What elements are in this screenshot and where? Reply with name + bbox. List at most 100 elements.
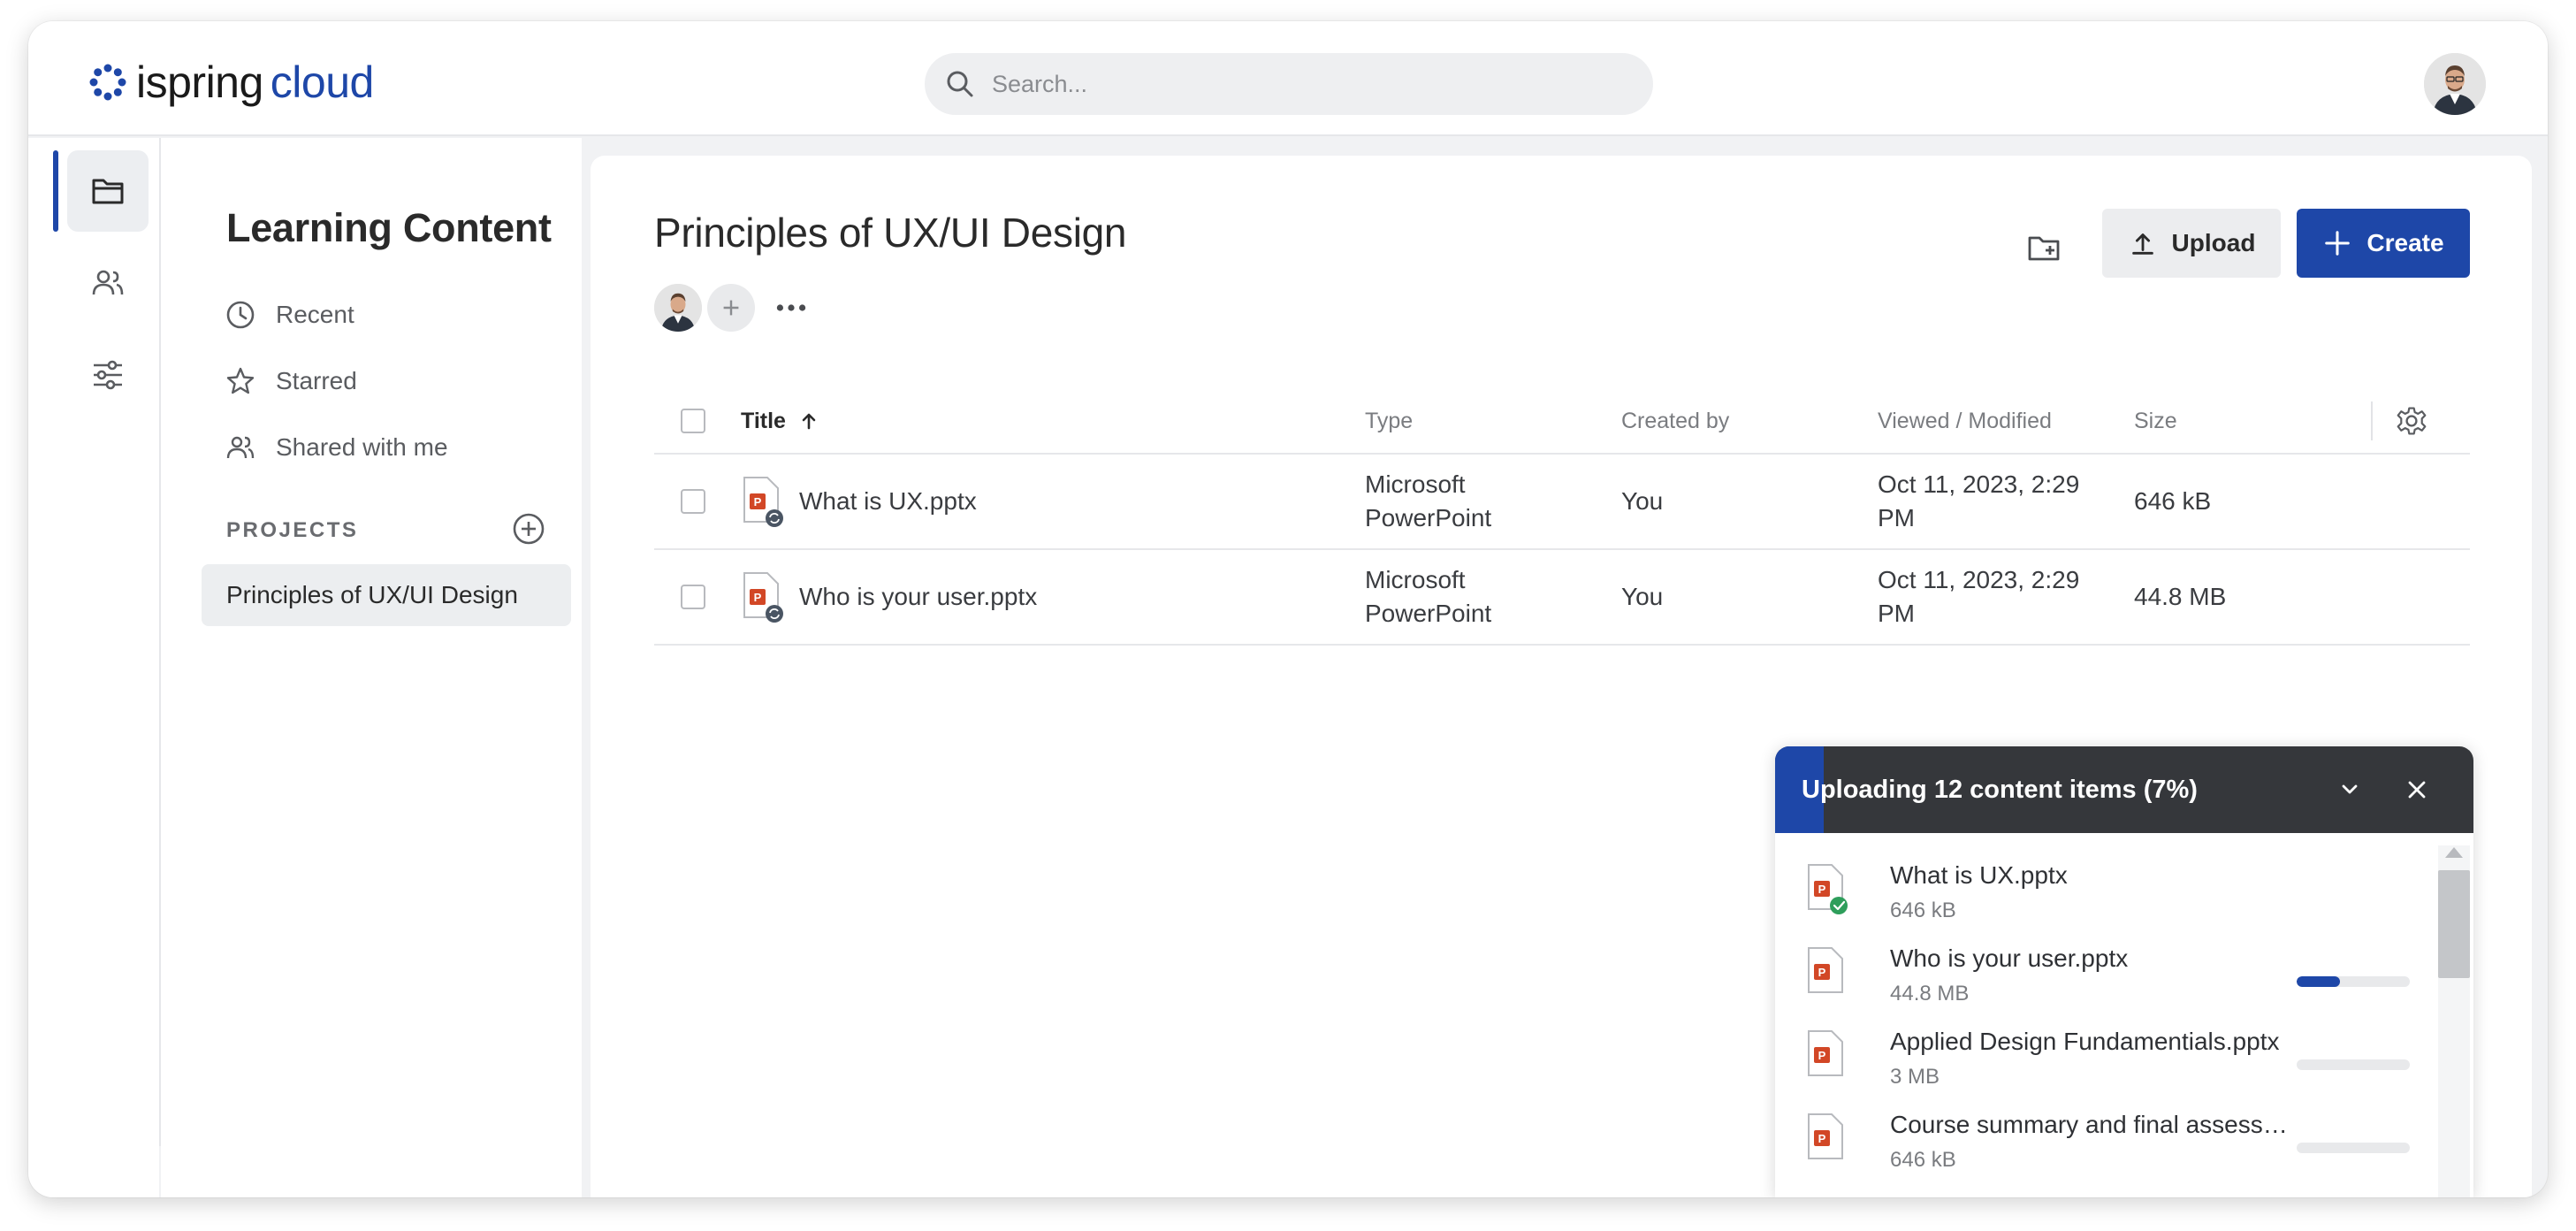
upload-file-size: 3 MB: [1890, 1065, 1940, 1089]
type-line: Microsoft: [1365, 470, 1466, 498]
row-type-cell: Microsoft PowerPoint: [1365, 455, 1491, 548]
upload-file-size: 646 kB: [1890, 1148, 1956, 1172]
page-title: Principles of UX/UI Design: [654, 210, 1127, 256]
rail-content-button[interactable]: [67, 150, 149, 232]
viewed-line: Oct 11, 2023, 2:29: [1878, 470, 2080, 498]
new-folder-button[interactable]: [2023, 226, 2067, 271]
top-bar: ispring cloud: [28, 21, 2548, 136]
row-title-cell[interactable]: P Who is your user.pptx: [741, 550, 1037, 644]
add-member-button[interactable]: [707, 284, 755, 332]
close-panel-button[interactable]: [2397, 770, 2436, 809]
file-name: Who is your user.pptx: [799, 583, 1038, 610]
side-link-recent[interactable]: Recent: [198, 288, 354, 341]
scrollbar-thumb[interactable]: [2438, 870, 2470, 978]
viewed-line: Oct 11, 2023, 2:29: [1878, 566, 2080, 593]
app-window: ispring cloud Search... Learning Content…: [28, 21, 2548, 1197]
logo-text-cloud: cloud: [270, 57, 375, 107]
column-type[interactable]: Type: [1365, 387, 1413, 455]
svg-text:P: P: [1818, 966, 1826, 979]
side-link-label: Recent: [276, 301, 354, 328]
powerpoint-syncing-icon: P: [743, 477, 783, 527]
file-name: What is UX.pptx: [799, 487, 977, 515]
scroll-up-arrow-icon[interactable]: [2445, 847, 2463, 858]
rail-users-button[interactable]: [67, 242, 149, 324]
create-button[interactable]: Create: [2297, 209, 2470, 278]
column-title[interactable]: Title: [741, 387, 819, 455]
table-settings-button[interactable]: [2396, 387, 2427, 455]
gear-icon: [2397, 407, 2427, 435]
type-line: Microsoft: [1365, 566, 1466, 593]
table-row[interactable]: P Who is your user.pptx Microsoft PowerP…: [654, 550, 2470, 646]
more-horizontal-icon: [776, 304, 806, 311]
collapse-panel-button[interactable]: [2330, 770, 2369, 809]
column-separator: [2371, 401, 2373, 440]
users-icon: [92, 270, 124, 295]
upload-panel-title: Uploading 12 content items (7%): [1802, 775, 2198, 804]
add-project-icon[interactable]: [511, 511, 546, 547]
content-table: Title Type Created by Viewed / Modified …: [654, 387, 2470, 646]
select-all-checkbox[interactable]: [681, 409, 705, 433]
upload-file-name: Who is your user.pptx: [1890, 944, 2129, 972]
upload-progress-bar: [2297, 1143, 2410, 1153]
rail-settings-button[interactable]: [67, 334, 149, 416]
upload-item: P What is UX.pptx 646 kB: [1805, 849, 2424, 930]
powerpoint-syncing-icon: P: [743, 572, 783, 623]
logo-asterisk-icon: [89, 64, 126, 101]
row-created-by-cell: You: [1621, 583, 1664, 610]
search-bar[interactable]: [925, 53, 1653, 115]
projects-heading: PROJECTS: [226, 518, 359, 542]
select-all-cell: [681, 387, 705, 455]
project-item[interactable]: Principles of UX/UI Design: [202, 564, 571, 626]
table-header: Title Type Created by Viewed / Modified …: [654, 387, 2470, 455]
powerpoint-icon: P: [1808, 1113, 1843, 1159]
row-viewed-cell: Oct 11, 2023, 2:29 PM: [1878, 550, 2079, 644]
column-title-label: Title: [741, 408, 786, 433]
powerpoint-icon: P: [1808, 947, 1843, 993]
table-row[interactable]: P What is UX.pptx Microsoft PowerPoint Y…: [654, 455, 2470, 550]
viewed-line: PM: [1878, 600, 1915, 627]
upload-progress-fill: [2297, 976, 2340, 987]
create-label: Create: [2366, 229, 2444, 256]
plus-icon: [2325, 231, 2351, 256]
svg-text:P: P: [1818, 1049, 1826, 1062]
row-size-cell: 646 kB: [2134, 487, 2212, 515]
user-avatar-image: [2424, 53, 2486, 115]
row-checkbox[interactable]: [681, 489, 705, 514]
svg-text:P: P: [1818, 1132, 1826, 1145]
search-input[interactable]: [992, 70, 1611, 98]
powerpoint-icon: P: [1808, 1030, 1843, 1076]
column-created-by[interactable]: Created by: [1621, 387, 1729, 455]
folder-icon: [92, 179, 124, 204]
row-size-cell: 44.8 MB: [2134, 583, 2227, 610]
upload-button[interactable]: Upload: [2102, 209, 2281, 278]
row-select-cell: [681, 455, 705, 548]
chevron-down-icon: [2342, 784, 2358, 794]
upload-progress-bar: [2297, 1059, 2410, 1070]
upload-panel-header: Uploading 12 content items (7%): [1775, 746, 2473, 833]
upload-label: Upload: [2171, 229, 2256, 256]
user-avatar[interactable]: [2424, 53, 2486, 115]
project-members: [654, 284, 815, 332]
section-title: Learning Content: [226, 205, 552, 250]
column-viewed-modified[interactable]: Viewed / Modified: [1878, 387, 2052, 455]
upload-file-name: What is UX.pptx: [1890, 861, 2068, 889]
upload-file-name: Course summary and final assessment.pptx: [1890, 1111, 2305, 1138]
column-size[interactable]: Size: [2134, 387, 2177, 455]
type-line: PowerPoint: [1365, 504, 1492, 531]
upload-progress-bar: [2297, 976, 2410, 987]
side-link-shared[interactable]: Shared with me: [198, 421, 448, 474]
row-title-cell[interactable]: P What is UX.pptx: [741, 455, 977, 548]
search-icon: [947, 71, 973, 97]
more-options-button[interactable]: [767, 284, 815, 332]
upload-item: P Course summary and final assessment.pp…: [1805, 1098, 2424, 1180]
type-line: PowerPoint: [1365, 600, 1492, 627]
member-avatar[interactable]: [654, 284, 702, 332]
side-link-starred[interactable]: Starred: [198, 355, 357, 408]
row-type-cell: Microsoft PowerPoint: [1365, 550, 1491, 644]
row-viewed-cell: Oct 11, 2023, 2:29 PM: [1878, 455, 2079, 548]
upload-list: P What is UX.pptx 646 kB P Who is your u…: [1775, 833, 2435, 1197]
row-checkbox[interactable]: [681, 585, 705, 609]
row-created-by-cell: You: [1621, 487, 1664, 515]
row-select-cell: [681, 550, 705, 644]
ispring-cloud-logo[interactable]: ispring cloud: [88, 60, 374, 104]
